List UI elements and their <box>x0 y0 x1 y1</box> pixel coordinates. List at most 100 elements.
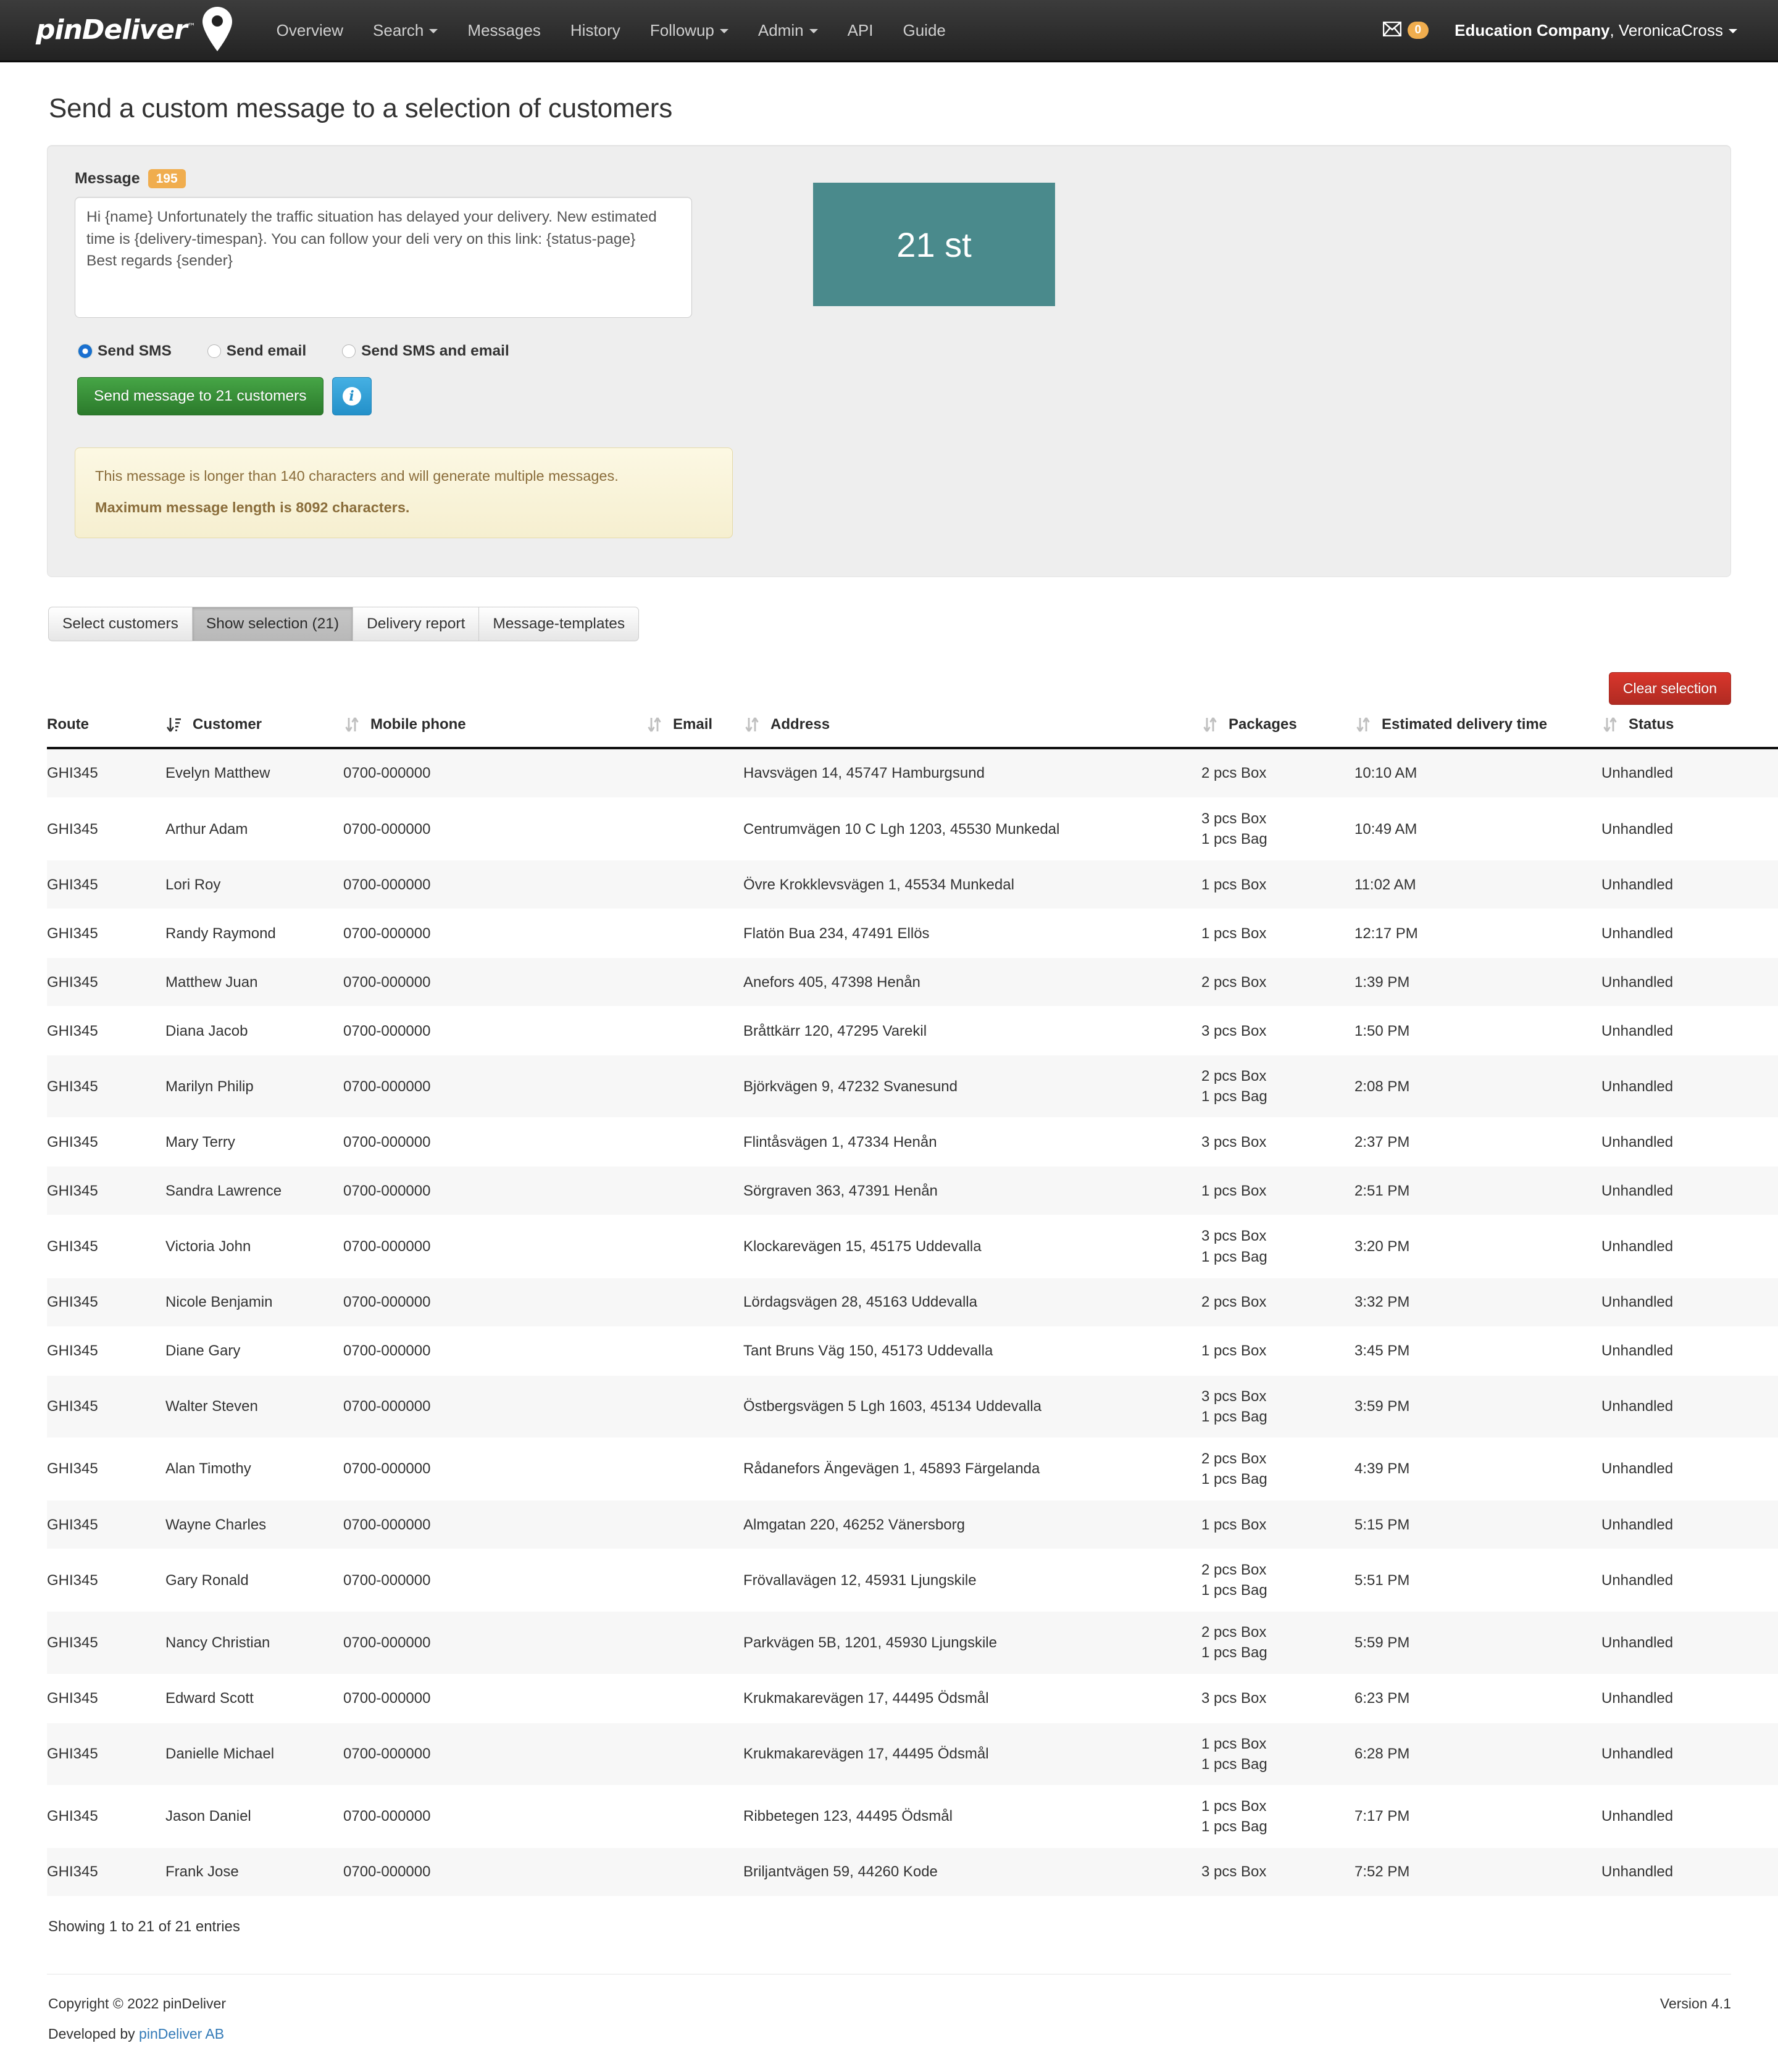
col-mobile-phone[interactable]: Mobile phone <box>343 712 646 749</box>
cell-email <box>646 1549 743 1612</box>
cell-eta: 2:37 PM <box>1354 1117 1601 1167</box>
messages-badge: 0 <box>1407 21 1429 40</box>
footer-developer-link[interactable]: pinDeliver AB <box>139 2026 224 2042</box>
cell-eta: 3:59 PM <box>1354 1375 1601 1438</box>
col-address[interactable]: Address <box>743 712 1201 749</box>
col-label: Packages <box>1229 716 1297 733</box>
cell-customer: Gary Ronald <box>165 1549 343 1612</box>
message-textarea[interactable] <box>75 197 692 318</box>
cell-route: GHI345 <box>47 1117 165 1167</box>
chevron-down-icon <box>1729 29 1737 34</box>
brand-logo[interactable]: pinDeliver™ <box>36 6 235 56</box>
cell-packages: 1 pcs Box <box>1201 860 1354 909</box>
tab-delivery-report[interactable]: Delivery report <box>353 607 479 641</box>
nav-link-guide[interactable]: Guide <box>888 0 961 62</box>
messages-indicator[interactable]: 0 <box>1369 21 1443 40</box>
cell-customer: Walter Steven <box>165 1375 343 1438</box>
nav-link-followup[interactable]: Followup <box>635 0 743 62</box>
cell-email <box>646 1784 743 1848</box>
sort-icon[interactable] <box>1201 716 1219 733</box>
send-message-button[interactable]: Send message to 21 customers <box>77 377 323 416</box>
cell-customer: Frank Jose <box>165 1847 343 1896</box>
col-email[interactable]: Email <box>646 712 743 749</box>
send-channel-radio-group: Send SMS Send email Send SMS and email <box>78 343 1703 360</box>
cell-route: GHI345 <box>47 1055 165 1118</box>
sort-icon[interactable] <box>1354 716 1372 733</box>
cell-route: GHI345 <box>47 1722 165 1786</box>
col-packages[interactable]: Packages <box>1201 712 1354 749</box>
col-estimated-delivery-time[interactable]: Estimated delivery time <box>1354 712 1601 749</box>
cell-address: Sörgraven 363, 47391 Henån <box>743 1166 1201 1215</box>
sort-icon[interactable] <box>1601 716 1619 733</box>
cell-phone: 0700-000000 <box>343 747 646 798</box>
clear-selection-button[interactable]: Clear selection <box>1608 672 1731 705</box>
cell-address: Frövallavägen 12, 45931 Ljungskile <box>743 1549 1201 1612</box>
radio-indicator[interactable] <box>342 344 356 359</box>
cell-packages: 3 pcs Box 1 pcs Bag <box>1201 797 1354 860</box>
col-customer[interactable]: Customer <box>165 712 343 749</box>
tab-select-customers[interactable]: Select customers <box>48 607 192 641</box>
cell-customer: Marilyn Philip <box>165 1055 343 1118</box>
nav-link-api[interactable]: API <box>833 0 888 62</box>
col-label: Customer <box>193 716 262 733</box>
message-label-row: Message 195 <box>75 169 772 189</box>
radio-label: Send SMS and email <box>361 343 509 360</box>
tab-show-selection[interactable]: Show selection (21) <box>191 607 353 641</box>
cell-status: Unhandled <box>1601 1437 1778 1500</box>
cell-address: Björkvägen 9, 47232 Svanesund <box>743 1055 1201 1118</box>
cell-eta: 5:15 PM <box>1354 1500 1601 1549</box>
cell-route: GHI345 <box>47 909 165 958</box>
cell-customer: Victoria John <box>165 1215 343 1278</box>
radio-indicator[interactable] <box>78 344 92 359</box>
cell-route: GHI345 <box>47 957 165 1007</box>
nav-link-search[interactable]: Search <box>358 0 453 62</box>
cell-email <box>646 1215 743 1278</box>
cell-route: GHI345 <box>47 1215 165 1278</box>
cell-route: GHI345 <box>47 1673 165 1723</box>
cell-customer: Danielle Michael <box>165 1722 343 1786</box>
table-row: GHI345 Marilyn Philip 0700-000000 Björkväge… <box>47 1055 1778 1118</box>
cell-customer: Mary Terry <box>165 1117 343 1167</box>
cell-packages: 2 pcs Box <box>1201 747 1354 798</box>
sort-amount-desc-icon[interactable] <box>165 716 183 733</box>
cell-phone: 0700-000000 <box>343 1326 646 1376</box>
radio-send-sms[interactable]: Send SMS <box>78 343 172 360</box>
sort-icon[interactable] <box>743 716 761 733</box>
col-status[interactable]: Status <box>1601 712 1778 749</box>
cell-address: Tant Bruns Väg 150, 45173 Uddevalla <box>743 1326 1201 1376</box>
cell-customer: Nicole Benjamin <box>165 1277 343 1327</box>
col-route[interactable]: Route <box>47 712 165 749</box>
cell-packages: 1 pcs Box 1 pcs Bag <box>1201 1784 1354 1848</box>
nav-link-admin[interactable]: Admin <box>743 0 833 62</box>
cell-eta: 1:50 PM <box>1354 1006 1601 1055</box>
radio-indicator[interactable] <box>207 344 221 359</box>
cell-packages: 2 pcs Box <box>1201 1277 1354 1327</box>
cell-packages: 3 pcs Box 1 pcs Bag <box>1201 1375 1354 1438</box>
info-button[interactable]: i <box>332 377 372 416</box>
radio-send-sms-and-email[interactable]: Send SMS and email <box>342 343 509 360</box>
cell-address: Östbergsvägen 5 Lgh 1603, 45134 Uddevall… <box>743 1375 1201 1438</box>
sort-icon[interactable] <box>646 716 663 733</box>
cell-address: Lördagsvägen 28, 45163 Uddevalla <box>743 1277 1201 1327</box>
nav-link-messages[interactable]: Messages <box>453 0 556 62</box>
cell-customer: Arthur Adam <box>165 797 343 860</box>
tab-message-templates[interactable]: Message-templates <box>478 607 640 641</box>
nav-link-overview[interactable]: Overview <box>262 0 358 62</box>
cell-customer: Diana Jacob <box>165 1006 343 1055</box>
table-row: GHI345 Diane Gary 0700-000000 Tant Bruns Vä… <box>47 1326 1778 1376</box>
table-row: GHI345 Walter Steven 0700-000000 Östbergsvä… <box>47 1375 1778 1438</box>
user-account-menu[interactable]: Education Company, VeronicaCross <box>1442 0 1750 62</box>
cell-status: Unhandled <box>1601 1166 1778 1215</box>
cell-email <box>646 1611 743 1675</box>
cell-customer: Jason Daniel <box>165 1784 343 1848</box>
radio-send-email[interactable]: Send email <box>207 343 306 360</box>
col-label: Mobile phone <box>370 716 466 733</box>
cell-status: Unhandled <box>1601 957 1778 1007</box>
cell-status: Unhandled <box>1601 909 1778 958</box>
cell-status: Unhandled <box>1601 1277 1778 1327</box>
table-row: GHI345 Edward Scott 0700-000000 Krukmakarev… <box>47 1673 1778 1723</box>
cell-email <box>646 909 743 958</box>
cell-address: Bråttkärr 120, 47295 Varekil <box>743 1006 1201 1055</box>
sort-icon[interactable] <box>343 716 361 733</box>
nav-link-history[interactable]: History <box>556 0 635 62</box>
